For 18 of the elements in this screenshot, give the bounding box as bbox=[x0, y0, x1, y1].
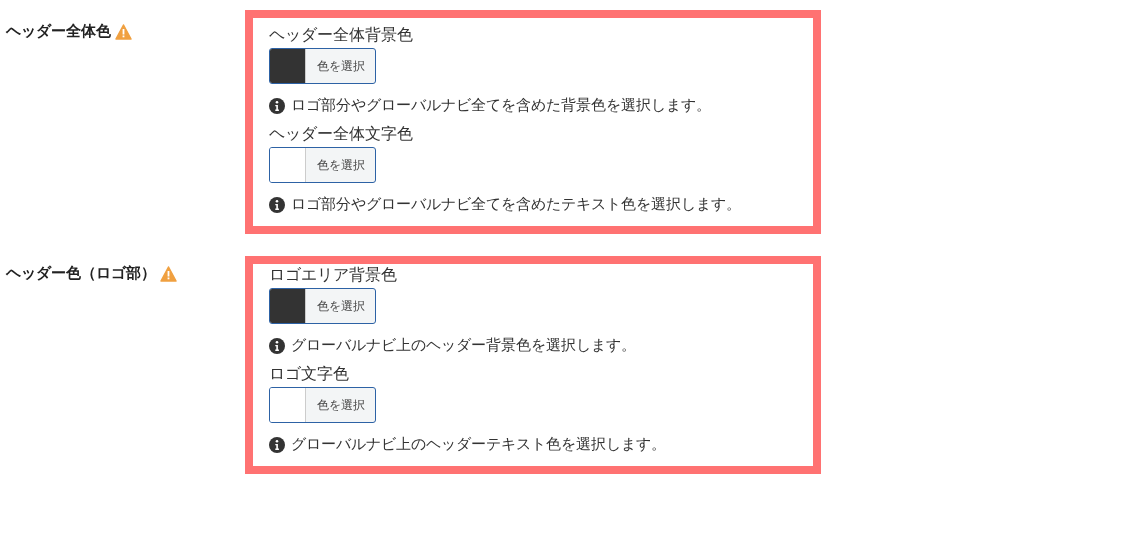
field-label: ロゴエリア背景色 bbox=[269, 264, 397, 286]
color-picker-button[interactable]: 色を選択 bbox=[269, 147, 376, 183]
help-text: グローバルナビ上のヘッダーテキスト色を選択します。 bbox=[291, 435, 666, 454]
field-label: ロゴ文字色 bbox=[269, 363, 349, 385]
help-text: グローバルナビ上のヘッダー背景色を選択します。 bbox=[291, 336, 636, 355]
field-label: ヘッダー全体背景色 bbox=[269, 24, 413, 46]
setting-label: ヘッダー色（ロゴ部） bbox=[6, 264, 156, 283]
info-icon bbox=[269, 196, 285, 213]
help-text: ロゴ部分やグローバルナビ全てを含めたテキスト色を選択します。 bbox=[291, 195, 741, 214]
info-icon bbox=[269, 97, 285, 114]
color-picker-button[interactable]: 色を選択 bbox=[269, 288, 376, 324]
info-icon bbox=[269, 337, 285, 354]
help-text: ロゴ部分やグローバルナビ全てを含めた背景色を選択します。 bbox=[291, 96, 711, 115]
info-icon bbox=[269, 436, 285, 453]
color-picker-button[interactable]: 色を選択 bbox=[269, 387, 376, 423]
field-label: ヘッダー全体文字色 bbox=[269, 123, 413, 145]
setting-label: ヘッダー全体色 bbox=[6, 22, 111, 41]
color-picker-button[interactable]: 色を選択 bbox=[269, 48, 376, 84]
